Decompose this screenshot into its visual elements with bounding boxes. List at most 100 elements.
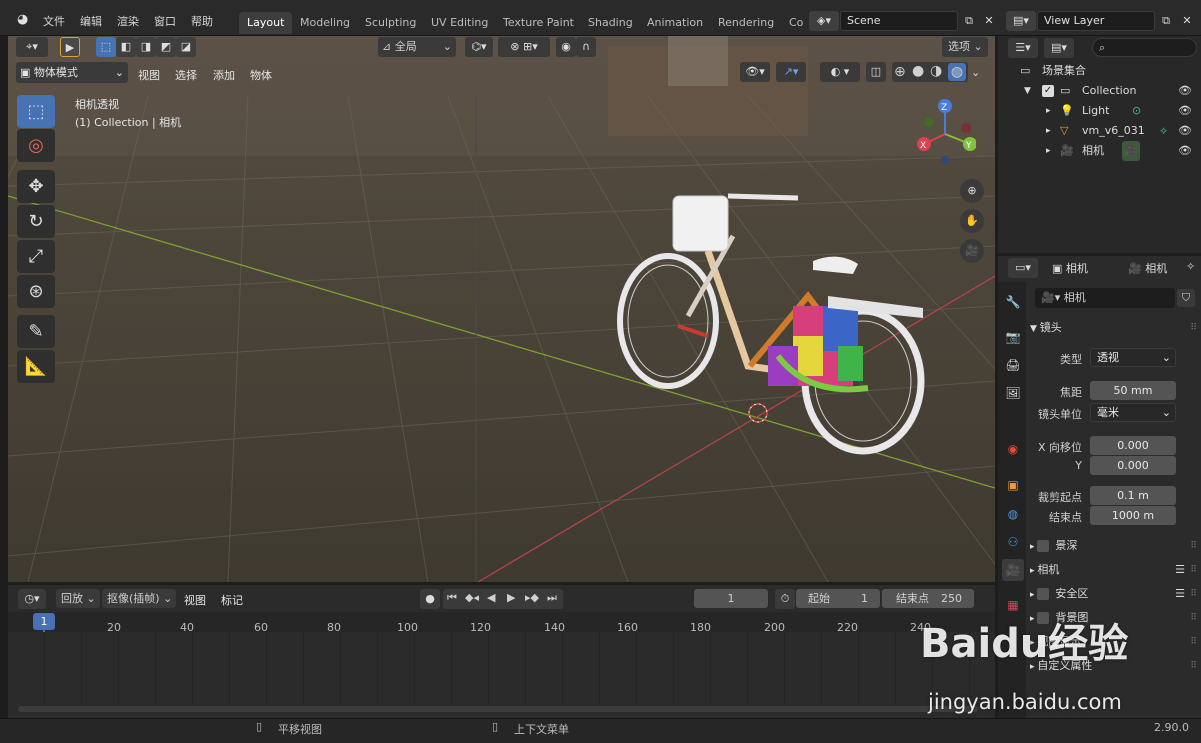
transform-orientation-dropdown[interactable]: ⊿ 全局 ⌄ (378, 37, 456, 57)
visibility-icon[interactable]: 👁▾ (740, 62, 770, 82)
menu-window[interactable]: 窗口 (154, 13, 176, 29)
scene-browse-icon[interactable]: ◈▾ (809, 11, 839, 31)
tab-compositing[interactable]: Co (781, 12, 811, 34)
next-keyframe-icon[interactable]: ▸◆ (525, 591, 539, 604)
outliner-scene-collection[interactable]: ▭ 场景集合 (998, 61, 1201, 81)
outliner-item-mesh[interactable]: ▸ ▽ vm_v6_031 ⟡ 👁 (998, 121, 1201, 141)
section-safe-areas-header[interactable]: ▸ 安全区 ☰ ⠿ (1030, 583, 1201, 605)
constraints-tab-icon[interactable]: ⚇ (1002, 531, 1024, 553)
start-frame-field[interactable]: 起始 1 (796, 589, 880, 608)
preset-list-icon[interactable]: ☰ (1175, 583, 1185, 605)
blender-logo-icon[interactable]: ◕ (17, 13, 33, 27)
expand-arrow-icon[interactable]: ▸ (1046, 141, 1051, 161)
play-icon[interactable]: ▶ (507, 591, 515, 604)
record-icon[interactable]: ● (420, 589, 440, 609)
measure-tool-icon[interactable]: 📐 (17, 350, 55, 383)
drag-handle-icon[interactable]: ⠿ (1190, 535, 1197, 557)
view-layer-browse-icon[interactable]: ▤▾ (1006, 11, 1036, 31)
properties-editor-icon[interactable]: ▭▾ (1008, 258, 1038, 278)
outliner-item-light[interactable]: ▸ 💡 Light ⊙ 👁 (998, 101, 1201, 121)
outliner-item-camera[interactable]: ▸ 🎥 相机 🎥 👁 (998, 141, 1201, 161)
timeline-menu-marker[interactable]: 标记 (221, 592, 243, 608)
options-dropdown[interactable]: 选项 ⌄ (942, 37, 988, 57)
wireframe-shading-icon[interactable]: ⊕ (894, 64, 906, 80)
annotate-tool-icon[interactable]: ✎ (17, 315, 55, 348)
viewport-menu-add[interactable]: 添加 (213, 67, 235, 83)
zoom-icon[interactable]: ⊕ (960, 179, 984, 203)
playback-dropdown[interactable]: 回放 ⌄ (56, 589, 100, 608)
drag-handle-icon[interactable]: ⠿ (1190, 655, 1197, 677)
drag-handle-icon[interactable]: ⠿ (1190, 631, 1197, 653)
tab-sculpting[interactable]: Sculpting (357, 12, 424, 34)
physics-tab-icon[interactable]: ◍ (1002, 503, 1024, 525)
navigation-gizmo[interactable]: Z Y X (914, 98, 977, 164)
focal-length-field[interactable]: 50 mm (1090, 381, 1176, 400)
transform-tool-icon[interactable]: ⊛ (17, 275, 55, 308)
scene-close-icon[interactable]: ✕ (979, 11, 999, 31)
select-mode-new-icon[interactable]: ⬚ (96, 37, 116, 57)
tab-uv-editing[interactable]: UV Editing (423, 12, 496, 34)
editor-type-icon[interactable]: ◷▾ (18, 589, 46, 609)
viewport-menu-select[interactable]: 选择 (175, 67, 197, 83)
world-tab-icon[interactable]: ◉ (1002, 438, 1024, 460)
xray-icon[interactable]: ◫ (866, 62, 886, 82)
falloff-icon[interactable]: ∩ (576, 37, 596, 57)
lens-unit-select[interactable]: 毫米 ⌄ (1090, 403, 1176, 422)
outliner-search-input[interactable]: ⌕ (1092, 38, 1197, 57)
view-layer-close-icon[interactable]: ✕ (1177, 11, 1197, 31)
select-mode-extend-icon[interactable]: ◧ (116, 37, 136, 57)
prev-keyframe-icon[interactable]: ◆◂ (465, 591, 479, 604)
camera-data-field[interactable]: 🎥▾ 相机 (1035, 288, 1175, 308)
pin-icon[interactable]: ✧ (1186, 260, 1195, 273)
shift-y-field[interactable]: 0.000 (1090, 456, 1176, 475)
cursor-tool-icon[interactable]: ◎ (17, 129, 55, 162)
tab-modeling[interactable]: Modeling (292, 12, 358, 34)
proportional-edit-icon[interactable]: ◉ (556, 37, 576, 57)
play-reverse-icon[interactable]: ◀ (487, 591, 495, 604)
material-shading-icon[interactable]: ◑ (930, 63, 942, 79)
scale-tool-icon[interactable]: ⤢ (17, 240, 55, 273)
end-frame-field[interactable]: 结束点 250 (882, 589, 974, 608)
shift-x-field[interactable]: 0.000 (1090, 436, 1176, 455)
solid-shading-icon[interactable]: ● (912, 63, 924, 79)
expand-arrow-icon[interactable]: ▼ (1024, 81, 1031, 101)
tab-shading[interactable]: Shading (580, 12, 641, 34)
timeline-menu-view[interactable]: 视图 (184, 592, 206, 608)
drag-handle-icon[interactable]: ⠿ (1190, 607, 1197, 629)
menu-help[interactable]: 帮助 (191, 13, 213, 29)
preset-list-icon[interactable]: ☰ (1175, 559, 1185, 581)
menu-file[interactable]: 文件 (43, 13, 65, 29)
select-tool-icon[interactable]: ▶ (60, 37, 80, 57)
keying-dropdown[interactable]: 抠像(插帧) ⌄ (102, 589, 176, 608)
menu-render[interactable]: 渲染 (117, 13, 139, 29)
expand-arrow-icon[interactable]: ▸ (1046, 121, 1051, 141)
chevron-down-icon[interactable]: ⌄ (971, 66, 980, 79)
clip-start-field[interactable]: 0.1 m (1090, 486, 1176, 505)
snap-icon[interactable]: ⊗ ⊞▾ (498, 37, 550, 57)
display-mode-icon[interactable]: ▤▾ (1044, 38, 1074, 58)
eye-icon[interactable]: 👁 (1178, 81, 1192, 101)
camera-type-select[interactable]: 透视 ⌄ (1090, 348, 1176, 367)
eye-icon[interactable]: 👁 (1178, 101, 1192, 121)
outliner-editor-icon[interactable]: ☰▾ (1008, 38, 1038, 58)
outliner-collection[interactable]: ▼ ✓ ▭ Collection 👁 (998, 81, 1201, 101)
object-context-tab[interactable]: ▣ 相机 (1052, 260, 1088, 276)
drag-handle-icon[interactable]: ⠿ (1190, 559, 1197, 581)
eye-icon[interactable]: 👁 (1178, 121, 1192, 141)
camera-view-icon[interactable]: 🎥 (960, 239, 984, 263)
object-tab-icon[interactable]: ▣ (1002, 474, 1024, 496)
scene-name-field[interactable]: Scene (840, 11, 958, 31)
pivot-point-icon[interactable]: ⌬▾ (465, 37, 493, 57)
view-layer-field[interactable]: View Layer (1037, 11, 1155, 31)
transform-pivot-icon[interactable]: ⌖▾ (16, 37, 48, 57)
current-frame-field[interactable]: 1 (694, 589, 768, 608)
jump-start-icon[interactable]: ⏮ (447, 591, 457, 605)
tab-animation[interactable]: Animation (639, 12, 711, 34)
stopwatch-icon[interactable]: ⏱ (775, 589, 795, 609)
move-tool-icon[interactable]: ✥ (17, 170, 55, 203)
tab-rendering[interactable]: Rendering (710, 12, 782, 34)
drag-handle-icon[interactable]: ⠿ (1190, 583, 1197, 605)
safe-areas-checkbox[interactable] (1037, 588, 1050, 600)
pan-hand-icon[interactable]: ✋ (960, 209, 984, 233)
render-tab-icon[interactable]: 📷 (1002, 326, 1024, 348)
